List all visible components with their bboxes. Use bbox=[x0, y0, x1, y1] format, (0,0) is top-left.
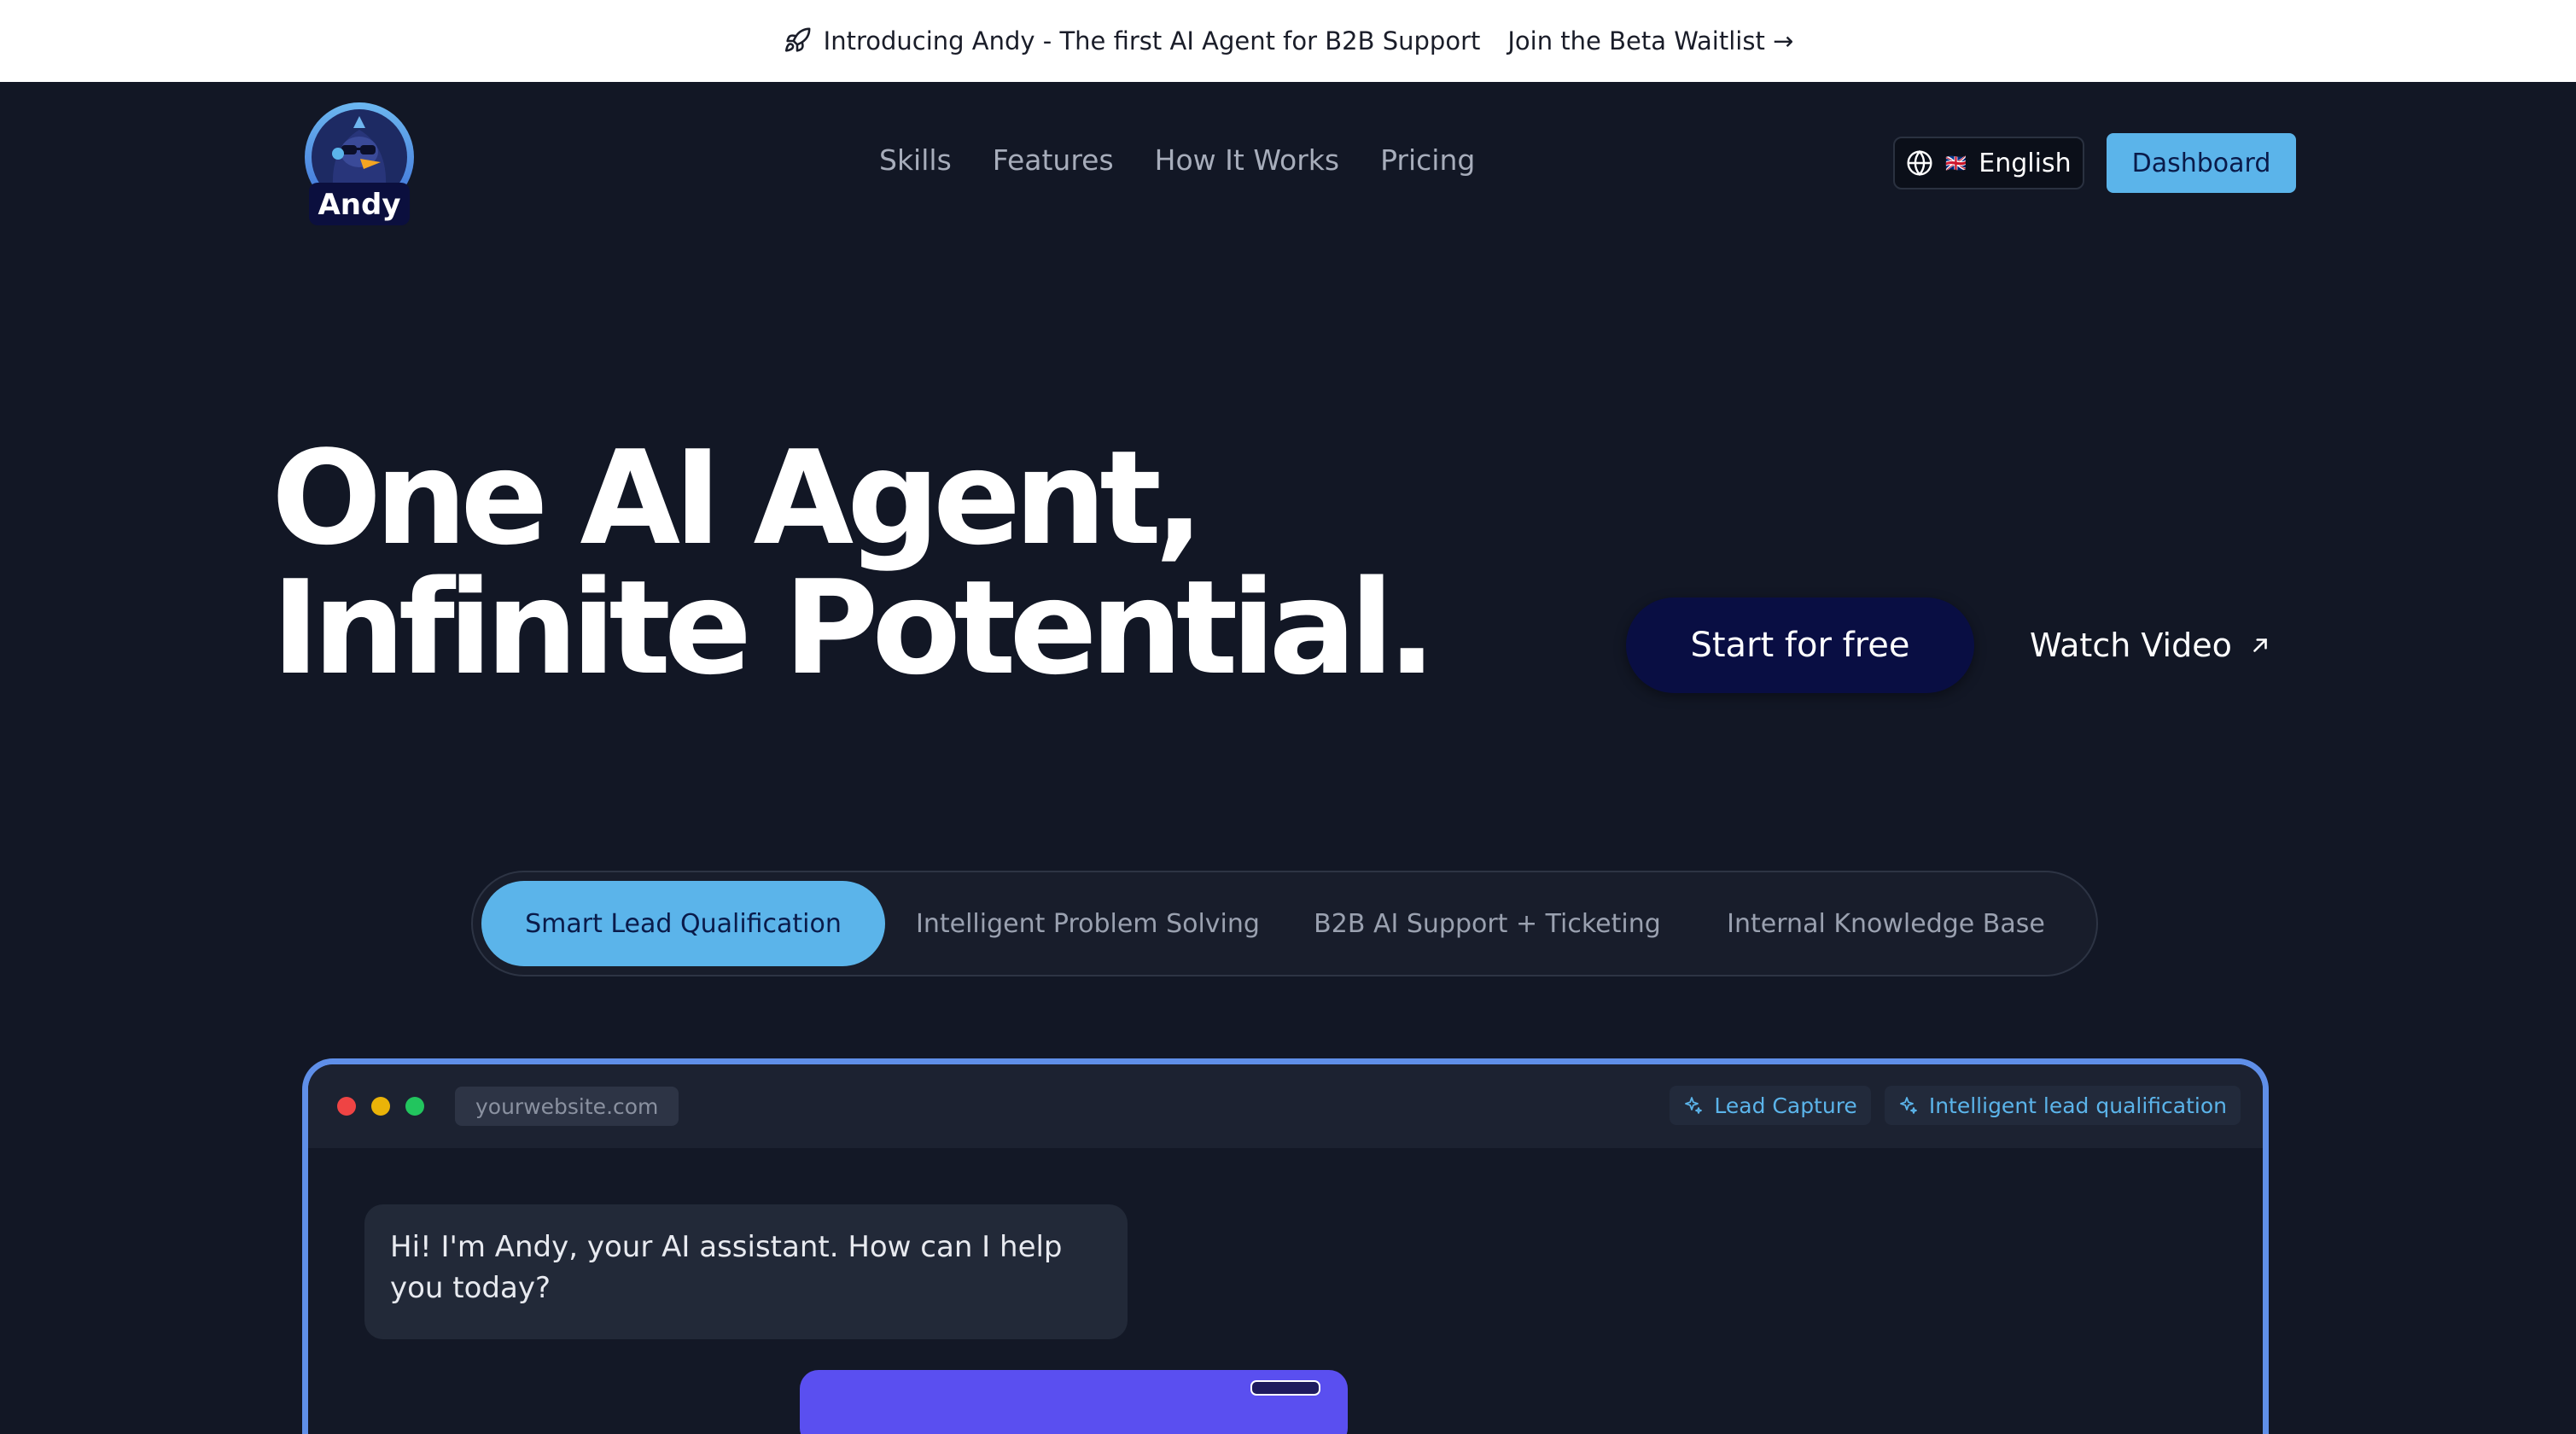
uk-flag-icon: 🇬🇧 bbox=[1945, 153, 1967, 173]
feature-tabs: Smart Lead Qualification Intelligent Pro… bbox=[471, 871, 2098, 976]
watch-video-label: Watch Video bbox=[2030, 627, 2232, 664]
logo-text: Andy bbox=[318, 188, 400, 222]
lead-capture-badge: Lead Capture bbox=[1670, 1086, 1871, 1125]
lead-qualification-label: Intelligent lead qualification bbox=[1928, 1093, 2227, 1118]
minimize-dot bbox=[371, 1097, 390, 1116]
tab-smart-lead-qualification[interactable]: Smart Lead Qualification bbox=[481, 881, 885, 966]
demo-browser-window: yourwebsite.com Lead Capture Intelligent… bbox=[302, 1058, 2269, 1434]
browser-title-bar: yourwebsite.com Lead Capture Intelligent… bbox=[308, 1064, 2263, 1148]
watch-video-link[interactable]: Watch Video bbox=[2030, 623, 2271, 667]
nav-link-how-it-works[interactable]: How It Works bbox=[1155, 143, 1339, 177]
announcement-text: Introducing Andy - The first AI Agent fo… bbox=[823, 26, 1481, 55]
join-waitlist-link[interactable]: Join the Beta Waitlist → bbox=[1507, 26, 1793, 55]
url-bar: yourwebsite.com bbox=[455, 1087, 679, 1126]
feature-badges: Lead Capture Intelligent lead qualificat… bbox=[1670, 1086, 2241, 1125]
andy-logo[interactable]: Andy bbox=[299, 94, 420, 230]
nav-link-skills[interactable]: Skills bbox=[879, 143, 952, 177]
user-message-bubble bbox=[800, 1370, 1348, 1434]
globe-icon bbox=[1906, 149, 1933, 177]
maximize-dot bbox=[405, 1097, 424, 1116]
arrow-up-right-icon bbox=[2249, 634, 2271, 656]
dashboard-button[interactable]: Dashboard bbox=[2107, 133, 2296, 193]
assistant-message-bubble: Hi! I'm Andy, your AI assistant. How can… bbox=[364, 1204, 1128, 1339]
language-selector[interactable]: 🇬🇧 English bbox=[1893, 137, 2084, 189]
language-label: English bbox=[1979, 148, 2072, 178]
nav-link-pricing[interactable]: Pricing bbox=[1380, 143, 1475, 177]
sparkle-icon bbox=[1683, 1095, 1704, 1116]
hero-headline-line-2: Infinite Potential. bbox=[271, 552, 1437, 703]
main-nav: Skills Features How It Works Pricing bbox=[879, 143, 1475, 177]
tab-b2b-ai-support-ticketing[interactable]: B2B AI Support + Ticketing bbox=[1291, 881, 1684, 966]
sparkle-icon bbox=[1898, 1095, 1919, 1116]
close-dot bbox=[337, 1097, 356, 1116]
nav-link-features[interactable]: Features bbox=[993, 143, 1114, 177]
announcement-message: Introducing Andy - The first AI Agent fo… bbox=[783, 26, 1481, 55]
start-for-free-button[interactable]: Start for free bbox=[1626, 598, 1974, 693]
hero-headline: One AI Agent, Infinite Potential. bbox=[271, 423, 1437, 703]
lead-qualification-badge: Intelligent lead qualification bbox=[1884, 1086, 2241, 1125]
tab-intelligent-problem-solving[interactable]: Intelligent Problem Solving bbox=[885, 881, 1291, 966]
message-indicator bbox=[1250, 1380, 1320, 1396]
rocket-icon bbox=[783, 26, 812, 55]
announcement-bar: Introducing Andy - The first AI Agent fo… bbox=[0, 0, 2576, 82]
lead-capture-label: Lead Capture bbox=[1714, 1093, 1857, 1118]
tab-internal-knowledge-base[interactable]: Internal Knowledge Base bbox=[1684, 881, 2088, 966]
hero-headline-line-1: One AI Agent, bbox=[271, 423, 1204, 574]
